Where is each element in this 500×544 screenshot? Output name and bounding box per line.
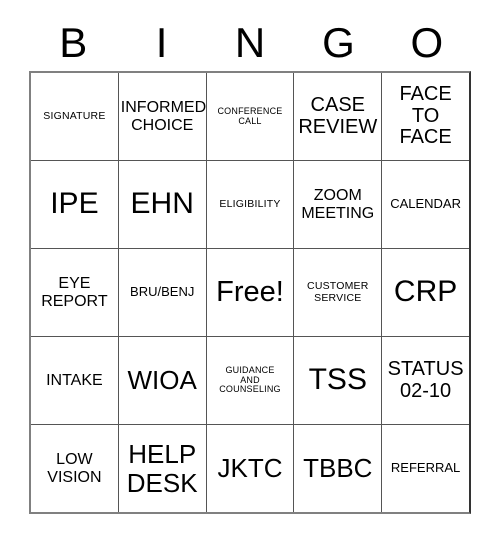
bingo-cell-label: EHN bbox=[130, 187, 194, 221]
bingo-cell-label: LOW VISION bbox=[47, 451, 102, 486]
bingo-cell-o3[interactable]: CRP bbox=[382, 249, 469, 336]
bingo-header-letter-n: N bbox=[234, 18, 266, 66]
bingo-cell-label: CRP bbox=[393, 275, 458, 309]
bingo-cell-g5[interactable]: TBBC bbox=[294, 425, 383, 512]
bingo-cell-label: BRU/BENJ bbox=[130, 284, 195, 300]
bingo-cell-label: JKTC bbox=[217, 453, 283, 484]
bingo-cell-label: GUIDANCE AND COUNSELING bbox=[219, 364, 281, 395]
bingo-cell-n2[interactable]: ELIGIBILITY bbox=[206, 161, 295, 248]
bingo-cell-n4[interactable]: GUIDANCE AND COUNSELING bbox=[206, 337, 295, 424]
bingo-header-row: B I N G O bbox=[29, 14, 471, 71]
bingo-cell-b5[interactable]: LOW VISION bbox=[31, 425, 119, 512]
bingo-row-5: LOW VISION HELP DESK JKTC TBBC REFERRAL bbox=[31, 425, 469, 512]
bingo-cell-i1[interactable]: INFORMED CHOICE bbox=[118, 73, 207, 160]
bingo-cell-label: CUSTOMER SERVICE bbox=[307, 280, 369, 304]
bingo-header-letter-o: O bbox=[410, 18, 444, 66]
bingo-cell-label: IPE bbox=[50, 187, 99, 221]
bingo-cell-label: TSS bbox=[308, 363, 367, 397]
bingo-cell-g2[interactable]: ZOOM MEETING bbox=[294, 161, 383, 248]
bingo-cell-g3[interactable]: CUSTOMER SERVICE bbox=[294, 249, 383, 336]
bingo-cell-free-space[interactable]: Free! bbox=[206, 249, 295, 336]
bingo-cell-label: CONFERENCE CALL bbox=[217, 105, 283, 126]
bingo-cell-i4[interactable]: WIOA bbox=[118, 337, 207, 424]
bingo-row-4: INTAKE WIOA GUIDANCE AND COUNSELING TSS … bbox=[31, 337, 469, 425]
bingo-cell-label: WIOA bbox=[127, 365, 197, 396]
bingo-cell-n5[interactable]: JKTC bbox=[206, 425, 295, 512]
bingo-cell-label: CASE REVIEW bbox=[298, 93, 378, 138]
bingo-cell-label: TBBC bbox=[303, 453, 373, 484]
bingo-cell-g1[interactable]: CASE REVIEW bbox=[294, 73, 383, 160]
bingo-cell-n1[interactable]: CONFERENCE CALL bbox=[206, 73, 295, 160]
bingo-free-label: Free! bbox=[216, 275, 284, 308]
bingo-cell-o1[interactable]: FACE TO FACE bbox=[382, 73, 469, 160]
bingo-cell-label: EYE REPORT bbox=[41, 275, 108, 310]
bingo-cell-i5[interactable]: HELP DESK bbox=[118, 425, 207, 512]
bingo-cell-label: SIGNATURE bbox=[43, 109, 106, 122]
bingo-cell-label: HELP DESK bbox=[126, 439, 198, 498]
bingo-cell-o4[interactable]: STATUS 02-10 bbox=[382, 337, 469, 424]
bingo-card: B I N G O SIGNATURE INFORMED CHOICE CONF… bbox=[29, 14, 471, 514]
bingo-cell-g4[interactable]: TSS bbox=[294, 337, 383, 424]
bingo-cell-label: INTAKE bbox=[46, 371, 103, 389]
bingo-cell-label: REFERRAL bbox=[390, 460, 461, 476]
bingo-cell-label: CALENDAR bbox=[390, 196, 461, 212]
bingo-cell-o5[interactable]: REFERRAL bbox=[382, 425, 469, 512]
bingo-header-letter-i: I bbox=[155, 18, 168, 66]
bingo-cell-b3[interactable]: EYE REPORT bbox=[31, 249, 119, 336]
bingo-cell-b4[interactable]: INTAKE bbox=[31, 337, 119, 424]
bingo-cell-label: INFORMED CHOICE bbox=[120, 99, 207, 134]
bingo-header-letter-g: G bbox=[322, 18, 355, 66]
bingo-header-letter-b: B bbox=[59, 18, 88, 66]
bingo-cell-o2[interactable]: CALENDAR bbox=[382, 161, 469, 248]
bingo-cell-label: STATUS 02-10 bbox=[387, 357, 464, 402]
bingo-cell-label: FACE TO FACE bbox=[399, 83, 452, 149]
bingo-cell-i3[interactable]: BRU/BENJ bbox=[118, 249, 207, 336]
bingo-cell-i2[interactable]: EHN bbox=[118, 161, 207, 248]
bingo-row-3: EYE REPORT BRU/BENJ Free! CUSTOMER SERVI… bbox=[31, 249, 469, 337]
bingo-cell-b1[interactable]: SIGNATURE bbox=[31, 73, 119, 160]
bingo-grid: SIGNATURE INFORMED CHOICE CONFERENCE CAL… bbox=[29, 71, 471, 514]
bingo-row-1: SIGNATURE INFORMED CHOICE CONFERENCE CAL… bbox=[31, 73, 469, 161]
bingo-row-2: IPE EHN ELIGIBILITY ZOOM MEETING CALENDA… bbox=[31, 161, 469, 249]
bingo-cell-label: ELIGIBILITY bbox=[219, 197, 281, 210]
bingo-cell-b2[interactable]: IPE bbox=[31, 161, 119, 248]
bingo-cell-label: ZOOM MEETING bbox=[301, 187, 375, 222]
